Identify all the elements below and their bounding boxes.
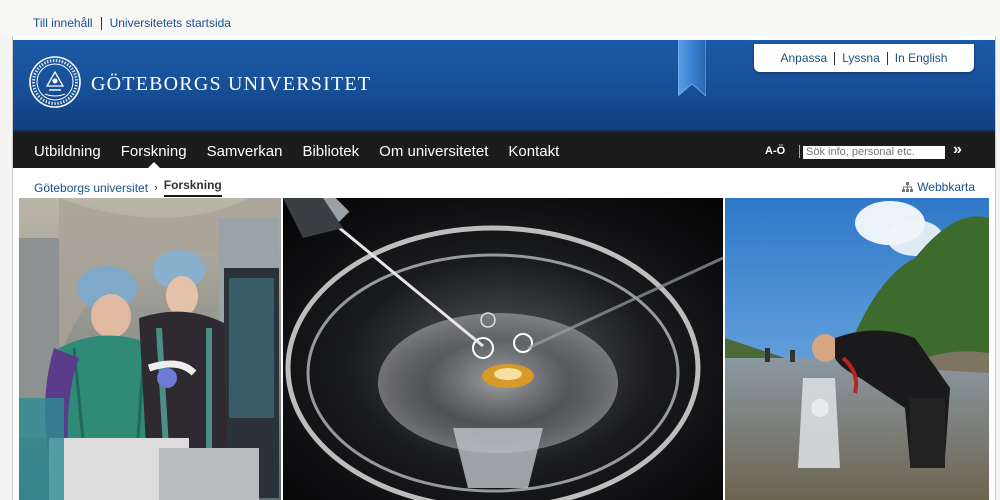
divider [100,16,102,30]
sitemap-link[interactable]: Webbkarta [902,180,975,194]
photo-banner [19,198,989,500]
university-seal-icon[interactable] [29,56,81,108]
sitemap-label: Webbkarta [917,180,975,194]
nav-samverkan[interactable]: Samverkan [207,132,283,168]
english-link[interactable]: In English [895,51,948,65]
university-home-link[interactable]: Universitetets startsida [110,16,231,30]
nav-kontakt[interactable]: Kontakt [508,132,559,168]
university-name[interactable]: GÖTEBORGS UNIVERSITET [91,73,371,96]
skip-to-content-link[interactable]: Till innehåll [33,16,93,30]
customize-link[interactable]: Anpassa [781,51,828,65]
breadcrumb: Göteborgs universitet › Forskning [34,178,222,197]
main-nav: Utbildning Forskning Samverkan Bibliotek… [13,132,995,168]
divider [886,51,888,65]
search-input[interactable] [803,146,945,159]
breadcrumb-home-link[interactable]: Göteborgs universitet [34,181,148,195]
divider [834,51,836,65]
skip-links: Till innehåll Universitetets startsida [33,16,231,30]
breadcrumb-separator: › [154,181,158,194]
site-header: GÖTEBORGS UNIVERSITET Anpassa Lyssna In … [13,40,995,132]
nav-om-universitetet[interactable]: Om universitetet [379,132,488,168]
search-submit-button[interactable]: » [953,141,962,159]
skip-links-bar: Till innehåll Universitetets startsida [0,0,1000,36]
nav-bibliotek[interactable]: Bibliotek [302,132,359,168]
field-research-in-water-photo [725,198,989,500]
sitemap-icon [902,182,914,192]
breadcrumb-current: Forskning [163,178,222,197]
nav-forskning[interactable]: Forskning [121,132,187,168]
bookmark-ribbon-icon [678,40,706,97]
a-z-index-link[interactable]: A-Ö [765,145,785,157]
tools-bar: Anpassa Lyssna In English [754,44,974,72]
page: GÖTEBORGS UNIVERSITET Anpassa Lyssna In … [12,36,996,500]
medical-researchers-photo [19,198,281,500]
nav-utbildning[interactable]: Utbildning [34,132,101,168]
listen-link[interactable]: Lyssna [842,51,880,65]
petri-dish-micropipette-photo [283,198,723,500]
divider [799,145,800,158]
